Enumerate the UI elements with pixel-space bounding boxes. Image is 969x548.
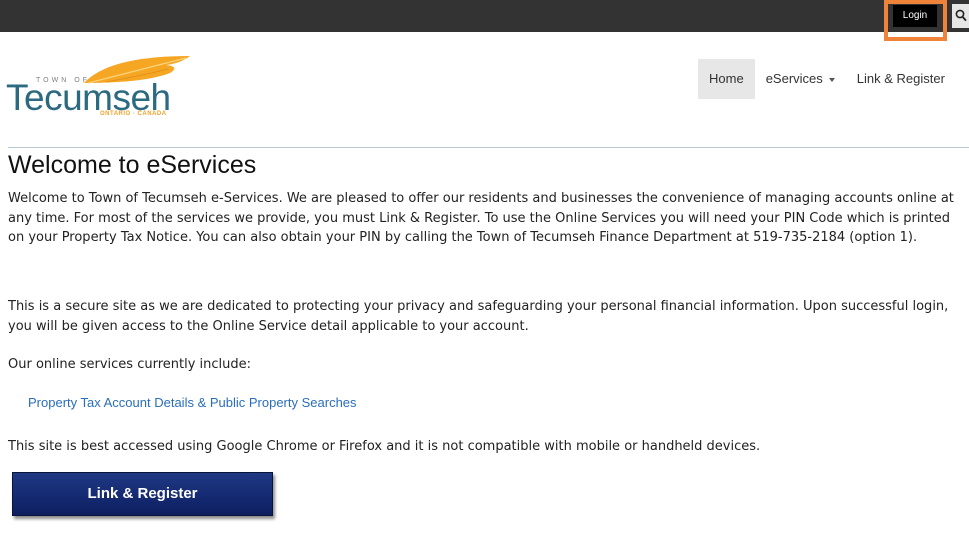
services-intro: Our online services currently include: — [8, 357, 252, 372]
logo-province: ONTARIO · CANADA — [100, 111, 167, 117]
town-logo[interactable]: TOWN OF Tecumseh ONTARIO · CANADA — [6, 52, 192, 122]
main-content: Welcome to eServices Welcome to Town of … — [8, 150, 966, 516]
page-title: Welcome to eServices — [8, 151, 257, 179]
header-divider — [8, 147, 969, 148]
intro-paragraph: Welcome to Town of Tecumseh e-Services. … — [8, 191, 954, 245]
property-tax-link[interactable]: Property Tax Account Details & Public Pr… — [28, 393, 357, 412]
caret-down-icon — [828, 77, 835, 82]
nav-home[interactable]: Home — [698, 59, 755, 99]
search-icon — [955, 9, 967, 22]
login-highlight-box — [884, 0, 947, 41]
main-nav: Home eServices Link & Register — [698, 59, 956, 99]
secure-paragraph: This is a secure site as we are dedicate… — [8, 299, 949, 334]
browser-note: This site is best accessed using Google … — [8, 439, 761, 454]
nav-eservices[interactable]: eServices — [755, 59, 846, 99]
top-bar — [0, 0, 969, 32]
search-button[interactable] — [952, 4, 969, 28]
nav-home-label: Home — [709, 71, 744, 86]
nav-link-register-label: Link & Register — [856, 71, 945, 86]
nav-eservices-label: eServices — [765, 71, 823, 86]
nav-link-register[interactable]: Link & Register — [846, 59, 956, 99]
link-register-button[interactable]: Link & Register — [12, 472, 273, 516]
